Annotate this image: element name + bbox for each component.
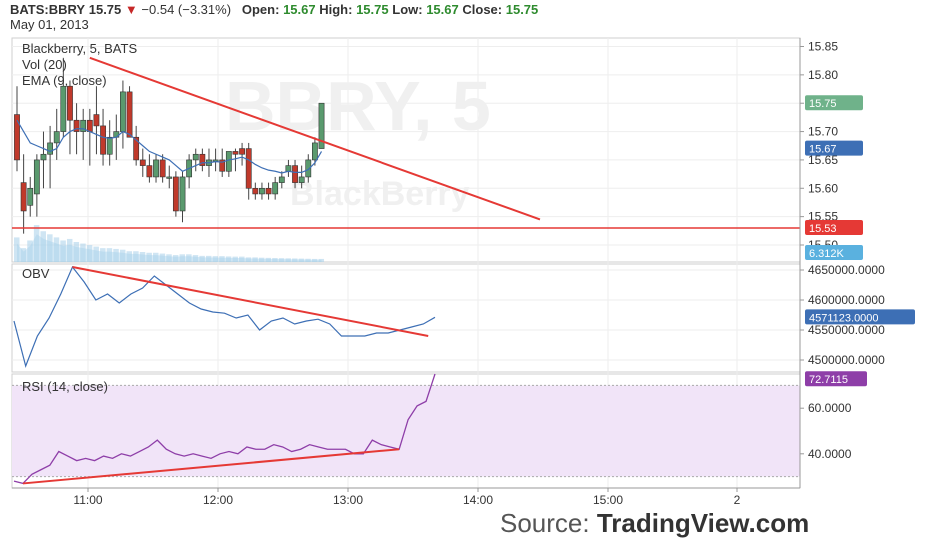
candle-body xyxy=(166,176,173,179)
candle-body xyxy=(27,187,34,206)
candle-body xyxy=(232,151,239,155)
y-tick-label: 15.85 xyxy=(808,40,838,54)
candle-body xyxy=(179,176,186,212)
candle-body xyxy=(126,91,133,138)
x-tick-label: 15:00 xyxy=(593,493,623,507)
chart-canvas[interactable]: 15.8515.8015.7515.7015.6515.6015.5515.50… xyxy=(0,0,932,550)
y-tick-label: 4650000.0000 xyxy=(808,263,885,277)
candle-body xyxy=(153,159,159,178)
panel-frame-obv xyxy=(11,263,801,373)
last-price-badge: 15.75 xyxy=(809,98,837,110)
candle-body xyxy=(298,176,305,183)
y-tick-label: 4500000.0000 xyxy=(808,353,885,367)
candle-body xyxy=(292,165,298,183)
price-panel-title: Blackberry, 5, BATS xyxy=(22,41,137,56)
candle-body xyxy=(225,151,232,172)
candle-body xyxy=(120,91,126,132)
candle-body xyxy=(259,187,265,195)
y-tick-label: 15.60 xyxy=(808,181,838,195)
y-tick-label: 15.80 xyxy=(808,68,838,82)
obv-trendline xyxy=(72,266,429,337)
candle-body xyxy=(245,148,252,189)
obv-badge: 4571123.0000 xyxy=(809,312,879,324)
rsi-band xyxy=(12,385,800,477)
y-tick-label: 4550000.0000 xyxy=(808,323,885,337)
candle-body xyxy=(285,165,292,172)
x-tick-label: 13:00 xyxy=(333,493,363,507)
x-tick-label: 2 xyxy=(734,493,741,507)
candle-body xyxy=(67,85,73,121)
candle-body xyxy=(192,153,199,161)
candle-body xyxy=(86,119,93,132)
y-tick-label: 60.0000 xyxy=(808,401,852,415)
candle-body xyxy=(53,131,60,144)
x-tick-label: 12:00 xyxy=(203,493,233,507)
y-tick-label: 40.0000 xyxy=(808,447,852,461)
candle-body xyxy=(60,85,67,132)
candle-body xyxy=(239,148,245,155)
candle-body xyxy=(20,182,27,212)
ema-legend: EMA (9, close) xyxy=(22,73,107,88)
candle-body xyxy=(172,176,179,212)
candle-body xyxy=(252,187,259,195)
candle-body xyxy=(311,142,318,161)
obv-line xyxy=(13,265,436,368)
rsi-badge: 72.7115 xyxy=(809,374,848,386)
candle-body xyxy=(265,187,272,195)
candle-body xyxy=(278,176,285,183)
candle-body xyxy=(159,159,166,178)
candle-body xyxy=(33,159,40,195)
support-badge: 15.53 xyxy=(809,223,837,235)
source-brand: TradingView.com xyxy=(596,508,810,538)
y-tick-label: 15.70 xyxy=(808,125,838,139)
x-tick-label: 11:00 xyxy=(73,493,102,507)
candle-body xyxy=(106,136,113,155)
candle-body xyxy=(272,182,279,195)
volume-badge: 6.312K xyxy=(809,248,845,260)
candle-body xyxy=(139,159,146,166)
watermark-symbol: BBRY, 5 xyxy=(225,67,491,145)
volume-legend: Vol (20) xyxy=(22,57,67,72)
candle-body xyxy=(40,153,47,161)
ema-badge: 15.67 xyxy=(809,144,837,156)
watermark-name: BlackBerry xyxy=(290,175,470,213)
obv-panel-title: OBV xyxy=(22,266,50,281)
source-credit: Source: TradingView.com xyxy=(500,508,809,539)
rsi-panel-title: RSI (14, close) xyxy=(22,379,108,394)
candle-body xyxy=(146,165,153,178)
source-prefix: Source: xyxy=(500,508,590,538)
y-tick-label: 4600000.0000 xyxy=(808,293,885,307)
candle-body xyxy=(100,125,106,155)
candle-body xyxy=(47,142,53,155)
candle-body xyxy=(93,114,100,127)
x-tick-label: 14:00 xyxy=(463,493,493,507)
volume-ma-area xyxy=(17,234,322,262)
